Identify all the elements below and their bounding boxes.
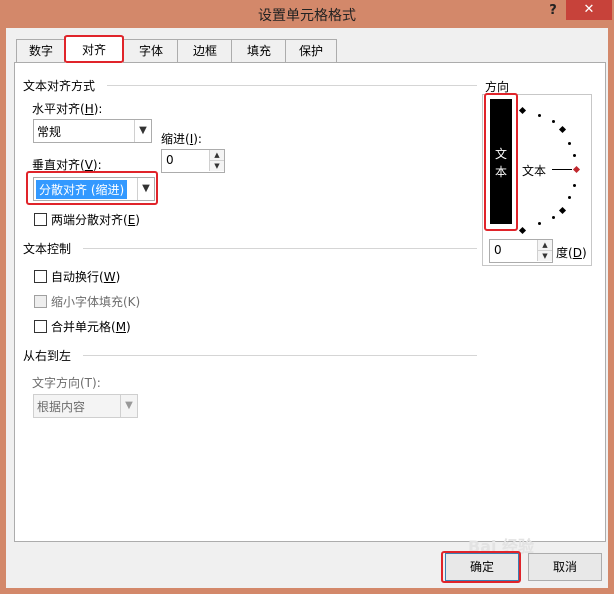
indent-stepper[interactable]: 0 ▲ ▼ xyxy=(161,149,225,173)
wrap-text-label: 自动换行(W) xyxy=(51,270,121,284)
dial-dot xyxy=(538,114,541,117)
close-button[interactable]: ✕ xyxy=(566,0,612,20)
vertical-align-highlight-box xyxy=(26,171,158,205)
text-align-separator xyxy=(107,85,477,86)
spin-down-icon[interactable]: ▼ xyxy=(537,251,552,261)
tab-fill[interactable]: 填充 xyxy=(231,39,287,62)
tab-border[interactable]: 边框 xyxy=(177,39,233,62)
tab-number[interactable]: 数字 xyxy=(16,39,66,62)
horizontal-align-select[interactable]: 常规 ▼ xyxy=(33,119,152,143)
spin-down-icon[interactable]: ▼ xyxy=(209,161,224,171)
indent-value: 0 xyxy=(166,153,174,167)
dial-dot xyxy=(568,142,571,145)
text-control-separator xyxy=(83,248,477,249)
justify-distributed-label: 两端分散对齐(E) xyxy=(51,213,140,227)
chevron-down-icon: ▼ xyxy=(120,395,137,417)
title-bar: 设置单元格格式 ? ✕ xyxy=(0,0,614,28)
vertical-text-highlight-box xyxy=(484,93,518,231)
merge-cells-checkbox[interactable] xyxy=(34,320,47,333)
tab-highlight-box xyxy=(64,35,124,63)
help-button[interactable]: ? xyxy=(543,1,563,21)
spin-up-icon[interactable]: ▲ xyxy=(209,150,224,161)
spin-up-icon[interactable]: ▲ xyxy=(537,240,552,251)
orientation-text-label: 文本 xyxy=(522,164,547,178)
text-direction-value: 根据内容 xyxy=(37,400,86,414)
wrap-text-checkbox[interactable] xyxy=(34,270,47,283)
dial-dot xyxy=(568,196,571,199)
indent-label: 缩进(I): xyxy=(161,132,202,146)
cancel-button[interactable]: 取消 xyxy=(528,553,602,581)
alignment-panel: 文本对齐方式 水平对齐(H): 常规 ▼ 缩进(I): 0 ▲ ▼ 垂直对齐(V… xyxy=(14,62,606,542)
merge-cells-label: 合并单元格(M) xyxy=(51,320,131,334)
degrees-stepper[interactable]: 0 ▲ ▼ xyxy=(489,239,553,263)
dialog-title: 设置单元格格式 xyxy=(258,8,356,24)
dial-dot xyxy=(573,184,576,187)
rtl-group-title: 从右到左 xyxy=(23,349,72,363)
dial-dot xyxy=(538,222,541,225)
rtl-separator xyxy=(83,355,477,356)
dial-dot xyxy=(573,154,576,157)
degrees-label: 度(D) xyxy=(556,246,587,260)
tab-font[interactable]: 字体 xyxy=(123,39,179,62)
dial-dot xyxy=(552,216,555,219)
dialog-client: 数字 对齐 字体 边框 填充 保护 文本对齐方式 水平对齐(H): 常规 ▼ 缩… xyxy=(6,28,608,588)
justify-distributed-checkbox[interactable] xyxy=(34,213,47,226)
text-direction-select: 根据内容 ▼ xyxy=(33,394,138,418)
text-control-group-title: 文本控制 xyxy=(23,242,72,256)
dial-needle xyxy=(552,169,572,170)
text-direction-label: 文字方向(T): xyxy=(32,376,101,390)
shrink-to-fit-checkbox xyxy=(34,295,47,308)
dial-dot xyxy=(552,120,555,123)
shrink-to-fit-label: 缩小字体填充(K) xyxy=(51,295,141,309)
text-align-group-title: 文本对齐方式 xyxy=(23,79,96,93)
horizontal-align-label: 水平对齐(H): xyxy=(32,102,103,116)
ok-button-highlight-box xyxy=(441,551,521,583)
horizontal-align-value: 常规 xyxy=(37,125,62,139)
degrees-value: 0 xyxy=(494,243,502,257)
dialog-window: 设置单元格格式 ? ✕ 数字 对齐 字体 边框 填充 保护 文本对齐方式 水平对… xyxy=(0,0,614,594)
tab-protection[interactable]: 保护 xyxy=(285,39,337,62)
chevron-down-icon: ▼ xyxy=(134,120,151,142)
